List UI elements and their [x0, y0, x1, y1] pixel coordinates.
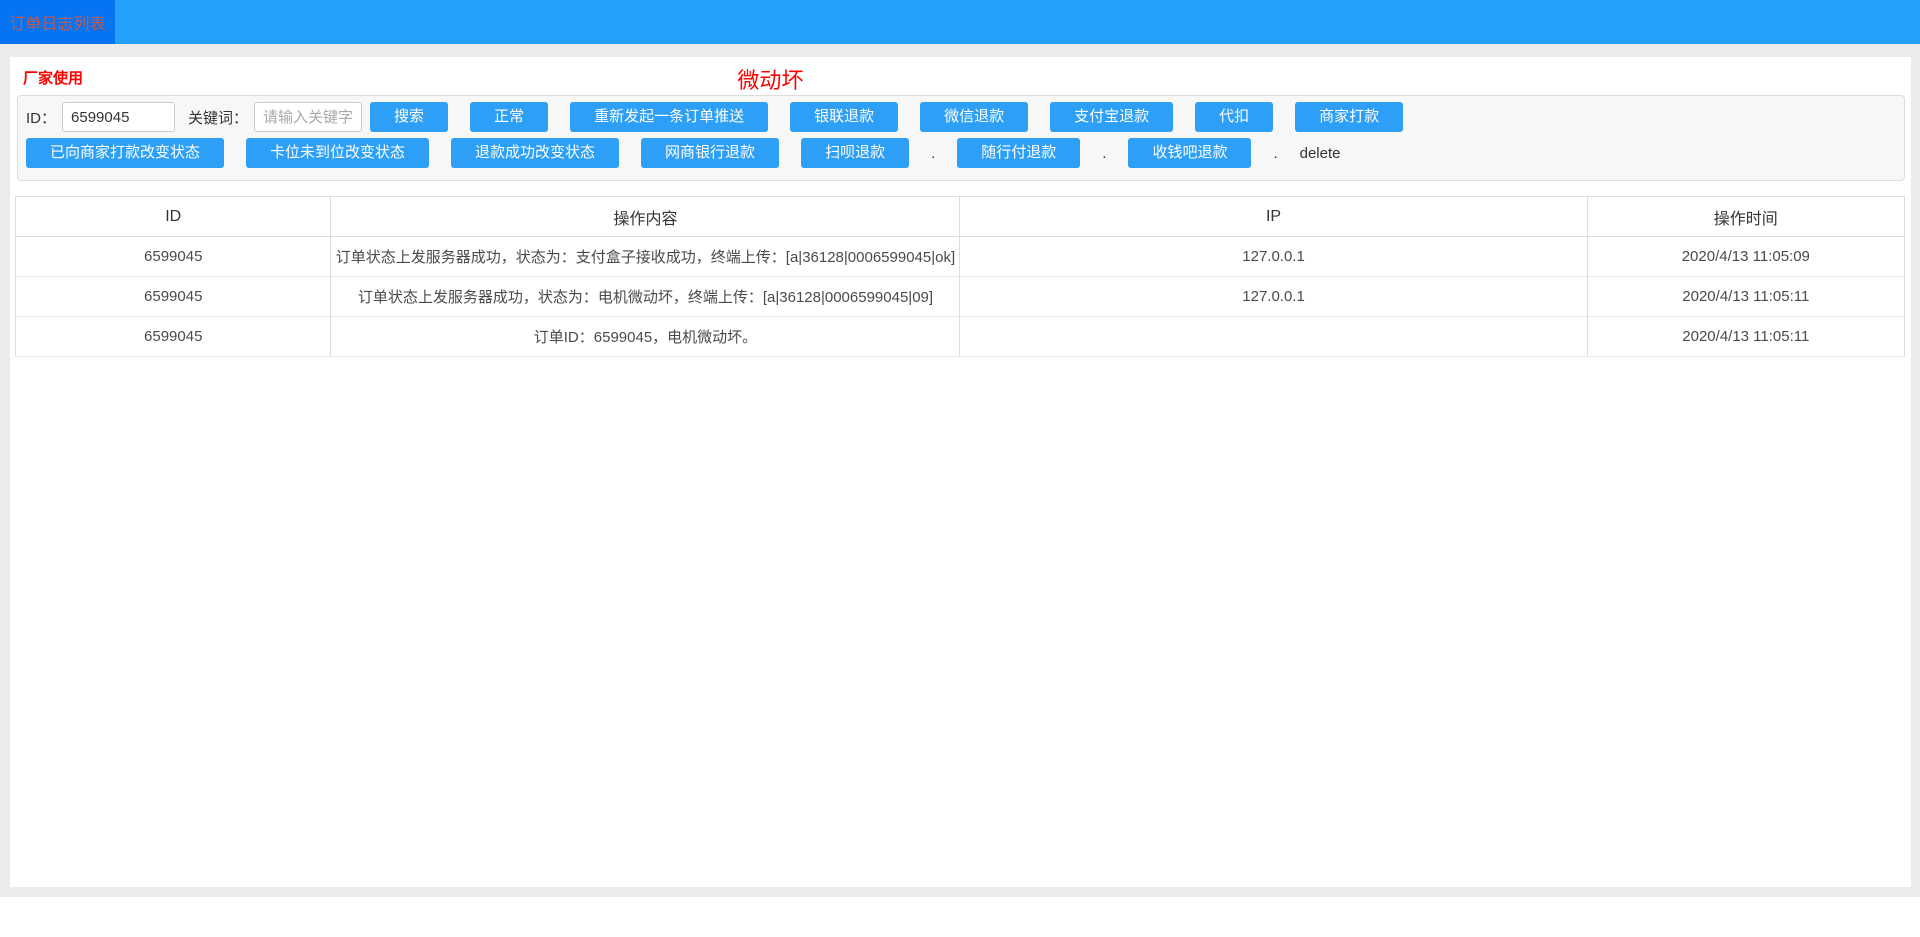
- filter-button[interactable]: 随行付退款: [957, 138, 1080, 168]
- table-row: 6599045订单状态上发服务器成功，状态为：支付盒子接收成功，终端上传：[a|…: [16, 237, 1905, 277]
- cell-id: 6599045: [16, 277, 331, 317]
- title-wrap: 微动坏: [10, 57, 1531, 95]
- keyword-input[interactable]: [254, 102, 362, 132]
- vendor-note: 厂家使用: [23, 67, 83, 88]
- filter-panel: ID： 关键词： 搜索正常重新发起一条订单推送银联退款微信退款支付宝退款代扣商家…: [17, 95, 1905, 181]
- card-header: 厂家使用 微动坏: [10, 57, 1911, 95]
- filter-buttons-row1: 搜索正常重新发起一条订单推送银联退款微信退款支付宝退款代扣商家打款: [370, 102, 1403, 132]
- filter-button[interactable]: 卡位未到位改变状态: [246, 138, 429, 168]
- content-card: 厂家使用 微动坏 ID： 关键词： 搜索正常重新发起一条订单推送银联退款微信退款…: [10, 57, 1911, 887]
- id-input[interactable]: [62, 102, 175, 132]
- filter-button[interactable]: 已向商家打款改变状态: [26, 138, 224, 168]
- table-header-row: ID操作内容IP操作时间: [16, 197, 1905, 237]
- cell-id: 6599045: [16, 317, 331, 357]
- table-row: 6599045订单状态上发服务器成功，状态为：电机微动坏，终端上传：[a|361…: [16, 277, 1905, 317]
- filter-button[interactable]: 商家打款: [1295, 102, 1403, 132]
- filter-button[interactable]: 支付宝退款: [1050, 102, 1173, 132]
- dot-separator: .: [931, 145, 935, 162]
- delete-action[interactable]: delete: [1300, 145, 1341, 162]
- tab-order-log-list-label: 订单日志列表: [9, 10, 105, 34]
- page-title: 微动坏: [737, 68, 803, 93]
- filter-button[interactable]: 正常: [470, 102, 548, 132]
- top-navbar: 订单日志列表: [0, 0, 1920, 44]
- filter-button[interactable]: 微信退款: [920, 102, 1028, 132]
- filter-button[interactable]: 收钱吧退款: [1128, 138, 1251, 168]
- filter-button[interactable]: 代扣: [1195, 102, 1273, 132]
- id-label: ID：: [26, 107, 56, 128]
- order-log-table: ID操作内容IP操作时间 6599045订单状态上发服务器成功，状态为：支付盒子…: [15, 196, 1905, 357]
- cell-time: 2020/4/13 11:05:11: [1587, 317, 1904, 357]
- filter-row-1: ID： 关键词： 搜索正常重新发起一条订单推送银联退款微信退款支付宝退款代扣商家…: [26, 102, 1896, 132]
- keyword-label: 关键词：: [188, 107, 248, 128]
- cell-ip: 127.0.0.1: [960, 277, 1587, 317]
- column-header-id: ID: [16, 197, 331, 237]
- table-row: 6599045订单ID：6599045，电机微动坏。 2020/4/13 11:0…: [16, 317, 1905, 357]
- column-header-content: 操作内容: [331, 197, 960, 237]
- filter-button[interactable]: 银联退款: [790, 102, 898, 132]
- cell-content: 订单状态上发服务器成功，状态为：支付盒子接收成功，终端上传：[a|36128|0…: [331, 237, 960, 277]
- cell-ip: 127.0.0.1: [960, 237, 1587, 277]
- dot-separator: .: [1273, 145, 1277, 162]
- column-header-time: 操作时间: [1587, 197, 1904, 237]
- filter-button[interactable]: 退款成功改变状态: [451, 138, 619, 168]
- page-background: 厂家使用 微动坏 ID： 关键词： 搜索正常重新发起一条订单推送银联退款微信退款…: [0, 44, 1920, 897]
- filter-buttons-row2: 已向商家打款改变状态卡位未到位改变状态退款成功改变状态网商银行退款扫呗退款. 随行…: [26, 138, 1896, 168]
- dot-separator: .: [1102, 145, 1106, 162]
- tab-order-log-list[interactable]: 订单日志列表: [0, 0, 115, 44]
- cell-time: 2020/4/13 11:05:09: [1587, 237, 1904, 277]
- cell-content: 订单ID：6599045，电机微动坏。: [331, 317, 960, 357]
- cell-ip: [960, 317, 1587, 357]
- filter-button[interactable]: 搜索: [370, 102, 448, 132]
- cell-time: 2020/4/13 11:05:11: [1587, 277, 1904, 317]
- column-header-ip: IP: [960, 197, 1587, 237]
- cell-content: 订单状态上发服务器成功，状态为：电机微动坏，终端上传：[a|36128|0006…: [331, 277, 960, 317]
- filter-button[interactable]: 重新发起一条订单推送: [570, 102, 768, 132]
- filter-button[interactable]: 扫呗退款: [801, 138, 909, 168]
- filter-button[interactable]: 网商银行退款: [641, 138, 779, 168]
- table-body: 6599045订单状态上发服务器成功，状态为：支付盒子接收成功，终端上传：[a|…: [16, 237, 1905, 357]
- cell-id: 6599045: [16, 237, 331, 277]
